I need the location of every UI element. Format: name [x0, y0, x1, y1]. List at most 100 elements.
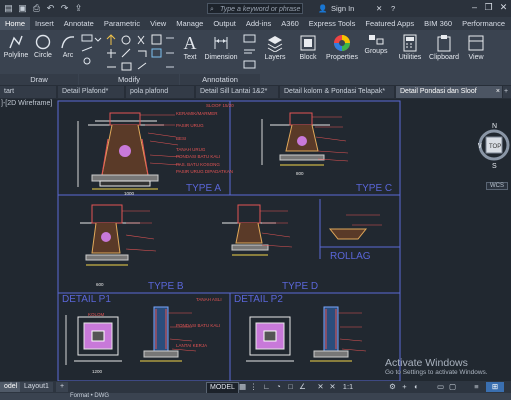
annotation-pasir-padat: PASIR URUG DIPADATKAN	[176, 169, 234, 174]
annotation-panel-label[interactable]: Annotation	[180, 74, 260, 85]
clean-screen-icon[interactable]: ▢	[448, 382, 457, 392]
tab-annotate[interactable]: Annotate	[59, 17, 99, 30]
modify-panel-label[interactable]: Modify	[79, 74, 179, 85]
drawing-canvas[interactable]: ]-[2D Wireframe] TYPE A TYPE C TYPE B TY…	[0, 99, 511, 381]
dimension-button[interactable]: Dimension	[202, 34, 240, 61]
draw-small-tools[interactable]	[80, 33, 102, 73]
scale-readout[interactable]: 1:1	[340, 382, 356, 392]
view-panel-button[interactable]: View	[464, 34, 488, 61]
plot-icon[interactable]: ⎙	[31, 3, 42, 14]
save-as-icon[interactable]: ▣	[17, 3, 28, 14]
block-button[interactable]: Block	[296, 34, 320, 61]
osnap-icon[interactable]: □	[286, 382, 295, 392]
doc-tab-start[interactable]: tart	[0, 86, 56, 98]
arc-icon	[61, 36, 75, 49]
sign-in-link[interactable]: Sign In	[331, 3, 354, 14]
command-line[interactable]: Format • DWG	[0, 393, 511, 400]
viewcube-south[interactable]: S	[492, 163, 497, 170]
doc-tab-pola-plafond[interactable]: pola plafond	[126, 86, 194, 98]
polyline-label: Polyline	[3, 52, 29, 59]
groups-button[interactable]: Groups	[362, 34, 390, 55]
groups-icon	[369, 35, 384, 45]
tab-a360[interactable]: A360	[276, 17, 304, 30]
wcs-menu[interactable]: WCS	[486, 182, 508, 190]
arc-button[interactable]: Arc	[57, 34, 79, 59]
layers-label: Layers	[264, 54, 286, 61]
undo-icon[interactable]: ↶	[45, 3, 56, 14]
user-icon[interactable]: 👤	[318, 3, 327, 14]
snap-icon[interactable]: ⋮	[249, 382, 258, 392]
new-tab-button[interactable]: +	[503, 86, 511, 98]
modify-tools[interactable]	[104, 33, 178, 73]
model-layout-tab[interactable]: odel	[0, 382, 22, 392]
annotation-pondasi: PONDASI BATU KALI	[176, 154, 221, 159]
tab-output[interactable]: Output	[208, 17, 241, 30]
doc-tab-label: Detail Plafond*	[62, 88, 109, 95]
minimize-button[interactable]: –	[468, 0, 481, 14]
title-rollag: ROLLAG	[330, 251, 371, 262]
view-label: View	[468, 54, 484, 61]
viewcube-north[interactable]: N	[492, 123, 497, 130]
doc-tab-detail-sill[interactable]: Detail Sill Lantai 1&2*	[196, 86, 278, 98]
dimension-label: Dimension	[204, 54, 238, 61]
detail-p2	[246, 306, 367, 362]
tab-featured-apps[interactable]: Featured Apps	[360, 17, 419, 30]
circle-button[interactable]: Circle	[32, 34, 54, 59]
text-button[interactable]: A Text	[180, 34, 200, 61]
tab-performance[interactable]: Performance	[457, 17, 510, 30]
clipboard-button[interactable]: Clipboard	[428, 34, 460, 61]
tab-insert[interactable]: Insert	[30, 17, 59, 30]
polyline-button[interactable]: Polyline	[2, 34, 30, 59]
restore-button[interactable]: ❐	[482, 0, 495, 14]
exchange-icon[interactable]: ✕	[376, 3, 382, 14]
viewcube-west[interactable]: W	[478, 143, 482, 150]
hardware-accel-icon[interactable]: ▭	[436, 382, 445, 392]
tab-home[interactable]: Home	[0, 17, 31, 30]
layers-button[interactable]: Layers	[262, 34, 288, 61]
save-icon[interactable]: ▤	[3, 3, 14, 14]
properties-button[interactable]: Properties	[326, 34, 358, 61]
dimension-1000: 1000	[124, 191, 135, 196]
annotation-small-tools[interactable]	[241, 33, 259, 73]
annotation-visibility-icon[interactable]: ✕	[328, 382, 337, 392]
close-tab-icon[interactable]: ×	[496, 86, 500, 98]
tab-express-tools[interactable]: Express Tools	[304, 17, 361, 30]
viewcube[interactable]: TOP N S W	[478, 119, 510, 177]
doc-tab-label: Detail Pondasi dan Sloof	[400, 88, 477, 95]
share-icon[interactable]: ⇪	[73, 3, 84, 14]
redo-icon[interactable]: ↷	[59, 3, 70, 14]
tab-view[interactable]: View	[145, 17, 171, 30]
tab-manage[interactable]: Manage	[171, 17, 208, 30]
doc-tab-detail-plafond[interactable]: Detail Plafond*	[58, 86, 124, 98]
viewcube-top[interactable]: TOP	[489, 144, 501, 150]
isolate-icon[interactable]: ◐	[412, 382, 421, 392]
tab-parametric[interactable]: Parametric	[99, 17, 145, 30]
doc-tab-detail-pondasi[interactable]: Detail Pondasi dan Sloof ×	[396, 86, 502, 98]
title-detail-p1: DETAIL P1	[62, 294, 111, 305]
help-icon[interactable]: ?	[391, 3, 395, 14]
tab-bim360[interactable]: BIM 360	[419, 17, 457, 30]
grid-icon[interactable]: ▦	[238, 382, 247, 392]
polar-icon[interactable]: ◔	[274, 382, 283, 392]
customize-icon[interactable]: ≡	[472, 382, 481, 392]
layout1-tab[interactable]: Layout1	[20, 382, 53, 392]
annotation-keramik: KERAMIK/MARMER	[176, 111, 218, 116]
tab-add-ins[interactable]: Add-ins	[241, 17, 276, 30]
window-icon[interactable]: ⊞	[486, 382, 504, 392]
draw-panel-label[interactable]: Draw	[0, 74, 78, 85]
arc-label: Arc	[62, 52, 74, 59]
utilities-button[interactable]: Utilities	[396, 34, 424, 61]
close-button[interactable]: ✕	[497, 0, 510, 14]
workspace-gear-icon[interactable]: ⚙	[388, 382, 397, 392]
block-label: Block	[299, 54, 317, 61]
footing-type-a	[77, 112, 181, 190]
otrack-icon[interactable]: ∠	[298, 382, 307, 392]
title-detail-p2: DETAIL P2	[234, 294, 283, 305]
annotation-pasir-urug: PASIR URUG	[176, 123, 204, 128]
annotation-scale-icon[interactable]: ✕	[316, 382, 325, 392]
doc-tab-detail-kolom[interactable]: Detail kolom & Pondasi Telapak*	[280, 86, 394, 98]
search-input[interactable]: ⌕ Type a keyword or phrase	[207, 3, 303, 14]
plus-icon[interactable]: +	[400, 382, 409, 392]
ortho-icon[interactable]: ∟	[262, 382, 271, 392]
add-layout-button[interactable]: +	[56, 382, 69, 392]
